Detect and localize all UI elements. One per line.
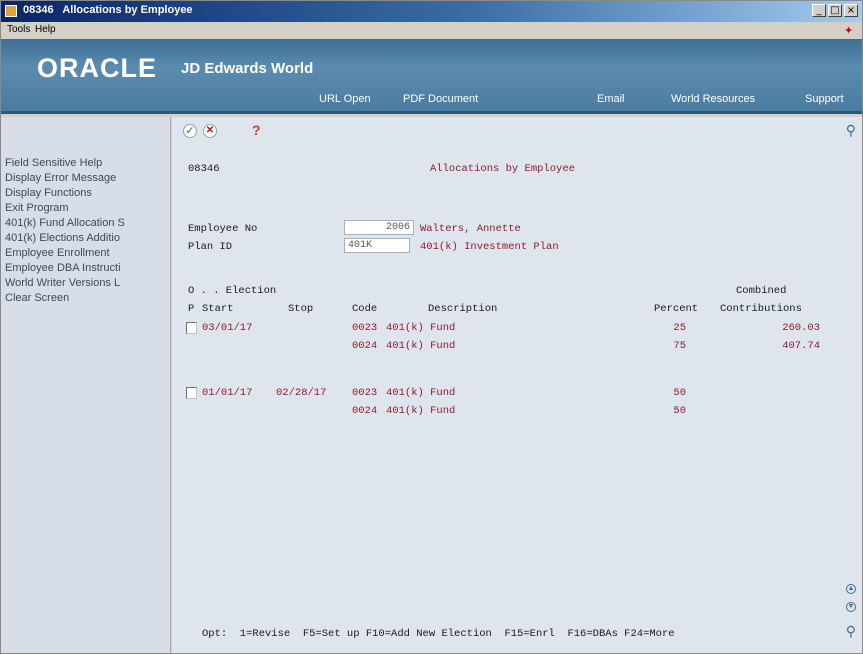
sidebar-item-fund-allocation[interactable]: 401(k) Fund Allocation S	[5, 217, 170, 229]
program-id: 08346	[188, 163, 220, 175]
sidebar-item-dba-instructions[interactable]: Employee DBA Instructi	[5, 262, 170, 274]
help-question-icon[interactable]: ?	[252, 122, 261, 138]
menu-help[interactable]: Help	[35, 24, 56, 35]
employee-no-label: Employee No	[188, 223, 258, 235]
window-title: 08346 Allocations by Employee	[23, 4, 193, 16]
cancel-x-icon[interactable]: ✕	[203, 124, 217, 138]
world-resources-link[interactable]: World Resources	[671, 93, 755, 105]
fund-code: 0023	[352, 387, 378, 399]
app-icon	[5, 5, 17, 17]
minimize-button[interactable]: _	[812, 4, 826, 17]
sidebar-item-exit-program[interactable]: Exit Program	[5, 202, 170, 214]
ok-check-icon[interactable]: ✓	[183, 124, 197, 138]
green-screen-panel: ✓ ✕ ? ⚲ 08346 Allocations by Employee Em…	[172, 117, 862, 653]
email-link[interactable]: Email	[597, 93, 625, 105]
application-window: 08346 Allocations by Employee _ □ × Tool…	[0, 0, 863, 654]
col-description: Description	[428, 303, 498, 315]
col-code: Code	[352, 303, 378, 315]
oracle-banner: ORACLE JD Edwards World URL Open PDF Doc…	[1, 39, 862, 114]
col-stop: Stop	[288, 303, 314, 315]
sidebar-item-employee-enrollment[interactable]: Employee Enrollment	[5, 247, 170, 259]
combined-header: Combined	[736, 285, 787, 297]
maximize-button[interactable]: □	[828, 4, 842, 17]
menu-bar: Tools Help ✦	[1, 22, 862, 39]
col-contributions: Contributions	[720, 303, 802, 315]
employee-name: Walters, Annette	[420, 223, 521, 235]
fund-code: 0023	[352, 322, 378, 334]
fund-code: 0024	[352, 340, 378, 352]
function-menu: Field Sensitive Help Display Error Messa…	[1, 117, 171, 653]
fund-percent: 25	[673, 322, 686, 334]
search-icon[interactable]: ⚲	[846, 122, 856, 139]
pdf-document-link[interactable]: PDF Document	[403, 93, 478, 105]
sidebar-item-field-help[interactable]: Field Sensitive Help	[5, 157, 170, 169]
url-open-link[interactable]: URL Open	[319, 93, 371, 105]
col-p: P	[188, 303, 195, 315]
screen-title: Allocations by Employee	[430, 163, 575, 175]
election-group-header: O . . Election	[188, 285, 277, 297]
sidebar-item-display-functions[interactable]: Display Functions	[5, 187, 170, 199]
title-bar: 08346 Allocations by Employee _ □ ×	[1, 1, 862, 22]
function-key-legend: Opt: 1=Revise F5=Set up F10=Add New Elec…	[202, 628, 675, 640]
row-option-checkbox[interactable]	[186, 322, 197, 334]
scroll-up-icon[interactable]: ▲	[846, 584, 856, 594]
plan-id-field[interactable]: 401K	[344, 238, 410, 253]
sidebar-item-clear-screen[interactable]: Clear Screen	[5, 292, 170, 304]
fund-description: 401(k) Fund	[386, 340, 456, 352]
support-link[interactable]: Support	[805, 93, 844, 105]
fund-code: 0024	[352, 405, 378, 417]
scroll-down-icon[interactable]: ▼	[846, 602, 856, 612]
fund-percent: 50	[673, 405, 686, 417]
sidebar-item-world-writer[interactable]: World Writer Versions L	[5, 277, 170, 289]
fund-description: 401(k) Fund	[386, 322, 456, 334]
row-option-checkbox[interactable]	[186, 387, 197, 399]
employee-no-field[interactable]: 2006	[344, 220, 414, 235]
menu-tools[interactable]: Tools	[7, 24, 30, 35]
election-stop: 02/28/17	[276, 387, 327, 399]
fund-description: 401(k) Fund	[386, 405, 456, 417]
sidebar-item-elections-additions[interactable]: 401(k) Elections Additio	[5, 232, 170, 244]
running-man-icon: ✦	[844, 25, 854, 37]
fund-percent: 75	[673, 340, 686, 352]
fund-percent: 50	[673, 387, 686, 399]
fund-description: 401(k) Fund	[386, 387, 456, 399]
election-start: 01/01/17	[202, 387, 253, 399]
fund-contributions: 407.74	[782, 340, 820, 352]
col-percent: Percent	[654, 303, 699, 315]
oracle-logo: ORACLE	[37, 53, 157, 83]
election-start: 03/01/17	[202, 322, 253, 334]
search-icon[interactable]: ⚲	[846, 623, 856, 640]
action-toolbar: ✓ ✕ ? ⚲	[172, 117, 862, 145]
product-name: JD Edwards World	[181, 60, 314, 77]
close-button[interactable]: ×	[844, 4, 858, 17]
col-start: Start	[202, 303, 234, 315]
plan-name: 401(k) Investment Plan	[420, 241, 559, 253]
plan-id-label: Plan ID	[188, 241, 233, 253]
fund-contributions: 260.03	[782, 322, 820, 334]
sidebar-item-error-message[interactable]: Display Error Message	[5, 172, 170, 184]
